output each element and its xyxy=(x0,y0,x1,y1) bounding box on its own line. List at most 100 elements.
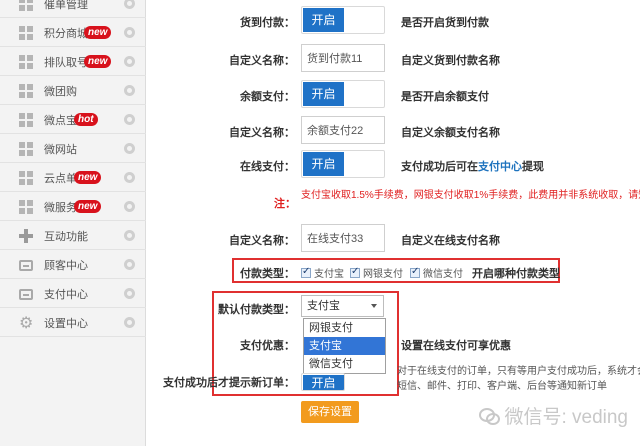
dropdown-option-wechat[interactable]: 微信支付 xyxy=(304,355,385,373)
sidebar-item-group-buy[interactable]: 微团购 xyxy=(0,77,146,105)
sidebar-item-label: 设置中心 xyxy=(44,317,88,330)
online-name-input[interactable] xyxy=(301,224,385,252)
sidebar-item-label: 顾客中心 xyxy=(44,259,88,272)
balance-name-input[interactable] xyxy=(301,116,385,144)
note-label: 注： xyxy=(274,198,296,210)
sidebar-item-label: 互动功能 xyxy=(44,230,88,243)
cod-label: 货到付款： xyxy=(240,17,295,29)
wechat-icon xyxy=(479,407,501,425)
sidebar-item-order-reminder[interactable]: 催单管理 xyxy=(0,0,146,18)
save-settings-button[interactable]: 保存设置 xyxy=(301,401,359,423)
sidebar-item-label: 微网站 xyxy=(44,143,77,156)
sidebar-item-weidianbao[interactable]: 微点宝 hot xyxy=(0,106,146,134)
circle-arrow-icon xyxy=(124,317,135,328)
cod-description: 是否开启货到付款 xyxy=(401,17,489,29)
default-pay-dropdown: 网银支付 支付宝 微信支付 xyxy=(303,318,386,374)
watermark-text: 微信号: veding xyxy=(504,407,628,428)
checkbox-checked-icon[interactable] xyxy=(410,266,420,278)
sidebar-item-label: 微服务 xyxy=(44,201,77,214)
circle-arrow-icon xyxy=(124,288,135,299)
circle-arrow-icon xyxy=(124,56,135,67)
notify-desc-line1: 对于在线支付的订单，只有等用户支付成功后，系统才会 xyxy=(397,366,640,377)
grid-icon xyxy=(19,199,33,214)
dropdown-option-alipay[interactable]: 支付宝 xyxy=(304,337,385,355)
online-name-description: 自定义在线支付名称 xyxy=(401,235,500,247)
balance-description: 是否开启余额支付 xyxy=(401,91,489,103)
fee-note: 支付宝收取1.5%手续费，网银支付收取1%手续费，此费用并非系统收取，请知悉。 xyxy=(301,190,640,201)
sidebar-item-label: 云点单 xyxy=(44,172,77,185)
discount-label: 支付优惠： xyxy=(240,340,295,352)
circle-arrow-icon xyxy=(124,201,135,212)
notify-label: 支付成功后才提示新订单： xyxy=(163,377,295,389)
circle-arrow-icon xyxy=(124,27,135,38)
checkbox-checked-icon[interactable] xyxy=(301,266,311,278)
balance-name-label: 自定义名称： xyxy=(229,127,295,139)
online-label: 在线支付： xyxy=(240,161,295,173)
sidebar-item-label: 微点宝 xyxy=(44,114,77,127)
sidebar-item-label: 催单管理 xyxy=(44,0,88,11)
default-pay-select[interactable]: 支付宝 xyxy=(301,295,384,317)
payment-center-link[interactable]: 支付中心 xyxy=(478,161,522,173)
hot-badge: hot xyxy=(74,113,98,126)
cod-name-label: 自定义名称： xyxy=(229,55,295,67)
pay-type-label: 微信支付 xyxy=(423,269,463,280)
notify-desc-line2: 短信、邮件、打印、客户端、后台等通知新订单 xyxy=(397,381,607,392)
sidebar-item-label: 排队取号 xyxy=(44,56,88,69)
grid-icon xyxy=(19,25,33,40)
sidebar-item-customer-center[interactable]: 顾客中心 xyxy=(0,251,146,279)
sidebar-item-interactive[interactable]: 互动功能 xyxy=(0,222,146,250)
grid-icon xyxy=(19,0,33,11)
pay-type-bank[interactable]: 网银支付 xyxy=(350,265,403,280)
checkbox-checked-icon[interactable] xyxy=(350,266,360,278)
sidebar-item-micro-service[interactable]: 微服务 new xyxy=(0,193,146,221)
sidebar-item-label: 支付中心 xyxy=(44,288,88,301)
cod-toggle[interactable]: 开启 xyxy=(301,6,385,34)
circle-arrow-icon xyxy=(124,0,135,9)
toggle-on-label: 开启 xyxy=(303,375,344,390)
pay-type-label: 支付宝 xyxy=(314,269,344,280)
grid-icon xyxy=(19,54,33,69)
tray-icon xyxy=(19,289,33,300)
circle-arrow-icon xyxy=(124,143,135,154)
balance-name-description: 自定义余额支付名称 xyxy=(401,127,500,139)
pay-types-label: 付款类型： xyxy=(240,268,295,280)
sidebar-item-label: 积分商城 xyxy=(44,27,88,40)
notify-description: 对于在线支付的订单，只有等用户支付成功后，系统才会 短信、邮件、打印、客户端、后… xyxy=(397,364,640,394)
dropdown-option-bank[interactable]: 网银支付 xyxy=(304,319,385,337)
online-desc-suffix: 提现 xyxy=(522,161,544,173)
new-badge: new xyxy=(84,55,112,68)
circle-arrow-icon xyxy=(124,259,135,270)
sidebar-item-micro-site[interactable]: 微网站 xyxy=(0,135,146,163)
toggle-on-label: 开启 xyxy=(303,152,344,176)
sidebar-item-label: 微团购 xyxy=(44,85,77,98)
pay-type-label: 网银支付 xyxy=(363,269,403,280)
sidebar-item-payment-center[interactable]: 支付中心 xyxy=(0,280,146,308)
online-description: 支付成功后可在支付中心提现 xyxy=(401,158,544,174)
new-badge: new xyxy=(74,171,102,184)
cod-name-input[interactable] xyxy=(301,44,385,72)
sidebar-item-points-mall[interactable]: 积分商城 new xyxy=(0,19,146,47)
sidebar-item-cloud-order[interactable]: 云点单 new xyxy=(0,164,146,192)
grid-icon xyxy=(19,112,33,127)
notify-toggle[interactable]: 开启 xyxy=(301,373,345,391)
select-value: 支付宝 xyxy=(307,300,340,312)
pay-types-description: 开启哪种付款类型 xyxy=(472,268,560,280)
wechat-watermark: 微信号: veding xyxy=(479,402,628,429)
online-toggle[interactable]: 开启 xyxy=(301,150,385,178)
pay-type-wechat[interactable]: 微信支付 xyxy=(410,265,463,280)
new-badge: new xyxy=(74,200,102,213)
pay-type-alipay[interactable]: 支付宝 xyxy=(301,265,344,280)
default-pay-label: 默认付款类型： xyxy=(218,304,295,316)
circle-arrow-icon xyxy=(124,114,135,125)
balance-toggle[interactable]: 开启 xyxy=(301,80,385,108)
sidebar-item-queue[interactable]: 排队取号 new xyxy=(0,48,146,76)
grid-icon xyxy=(19,83,33,98)
sidebar-item-settings-center[interactable]: ⚙ 设置中心 xyxy=(0,309,146,337)
toggle-on-label: 开启 xyxy=(303,8,344,32)
balance-label: 余额支付： xyxy=(240,91,295,103)
circle-arrow-icon xyxy=(124,85,135,96)
new-badge: new xyxy=(84,26,112,39)
chevron-down-icon xyxy=(371,304,377,308)
toggle-on-label: 开启 xyxy=(303,82,344,106)
tray-icon xyxy=(19,260,33,271)
